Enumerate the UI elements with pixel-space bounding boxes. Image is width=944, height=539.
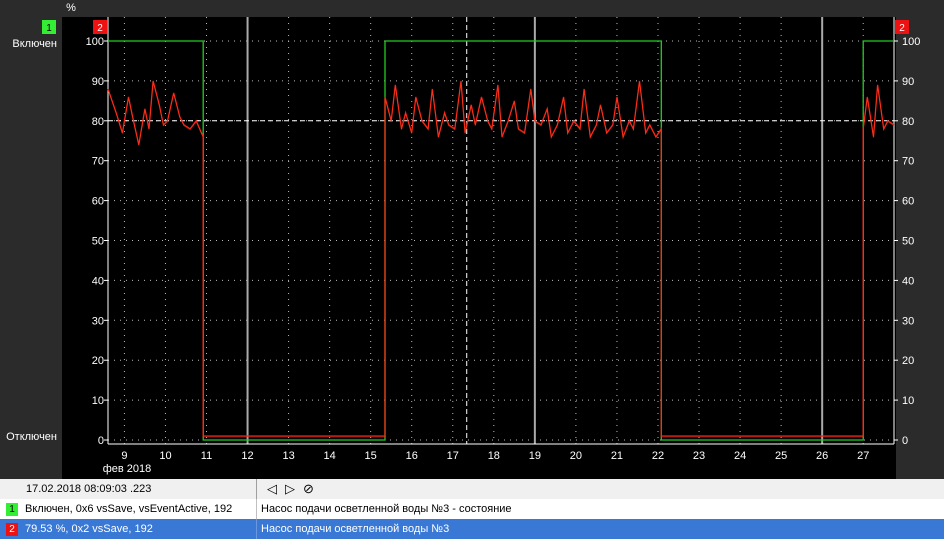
y-tick-label: 0 — [98, 435, 104, 447]
x-tick-label: 23 — [693, 450, 705, 462]
y-tick-label-right: 90 — [902, 76, 914, 88]
plot-area[interactable] — [62, 17, 896, 479]
y-tick-label-right: 50 — [902, 236, 914, 248]
legend-value-value: 79.53 %, 0x2 vsSave, 192 — [25, 523, 153, 535]
on-state-label: Включен — [12, 38, 57, 50]
x-tick-label: 10 — [159, 450, 171, 462]
x-tick-label: 18 — [488, 450, 500, 462]
x-tick-label: 24 — [734, 450, 746, 462]
footer-panel: 17.02.2018 08:09:03 .223 ◁ ▷ ⊘ 1 Включен… — [0, 479, 944, 539]
x-tick-label: 25 — [775, 450, 787, 462]
x-axis-caption: фев 2018 — [103, 463, 152, 475]
y-tick-label: 40 — [92, 275, 104, 287]
off-state-label: Отключен — [6, 431, 57, 443]
legend-badge-state: 1 — [6, 502, 18, 516]
cursor-datetime: 17.02.2018 08:09:03 .223 — [26, 483, 152, 495]
y-tick-label: 90 — [92, 76, 104, 88]
x-tick-label: 27 — [857, 450, 869, 462]
y-tick-label: 80 — [92, 116, 104, 128]
x-tick-label: 26 — [816, 450, 828, 462]
x-tick-label: 21 — [611, 450, 623, 462]
x-tick-label: 14 — [324, 450, 336, 462]
y-tick-label-right: 10 — [902, 395, 914, 407]
legend-value-state: Включен, 0x6 vsSave, vsEventActive, 192 — [25, 503, 233, 515]
y-tick-label-right: 80 — [902, 116, 914, 128]
y-tick-label-right: 100 — [902, 36, 920, 48]
y-tick-label-right: 60 — [902, 196, 914, 208]
stop-icon[interactable]: ⊘ — [303, 482, 314, 496]
right-series-badge-label: 2 — [899, 23, 905, 34]
legend-badge-value: 2 — [6, 522, 18, 536]
y-tick-label: 100 — [86, 36, 104, 48]
x-tick-label: 13 — [282, 450, 294, 462]
y-tick-label-right: 20 — [902, 355, 914, 367]
y-tick-label: 20 — [92, 355, 104, 367]
left-series-badge-label: 2 — [97, 23, 103, 34]
y-tick-label: 10 — [92, 395, 104, 407]
y-tick-label: 60 — [92, 196, 104, 208]
x-tick-label: 20 — [570, 450, 582, 462]
legend-row-value[interactable]: 2 79.53 %, 0x2 vsSave, 192 Насос подачи … — [0, 519, 944, 539]
x-tick-label: 11 — [201, 450, 212, 462]
x-tick-label: 22 — [652, 450, 664, 462]
y-tick-label: 70 — [92, 156, 104, 168]
legend-row-state[interactable]: 1 Включен, 0x6 vsSave, vsEventActive, 19… — [0, 499, 944, 520]
y-tick-label-right: 0 — [902, 435, 908, 447]
legend-name-state: Насос подачи осветленной воды №3 - состо… — [261, 503, 512, 515]
x-tick-label: 17 — [447, 450, 459, 462]
prev-arrow-icon[interactable]: ◁ — [267, 482, 277, 496]
y-tick-label: 30 — [92, 315, 104, 327]
unit-label: % — [66, 2, 76, 14]
legend-name-value: Насос подачи осветленной воды №3 — [261, 523, 450, 535]
x-tick-label: 9 — [121, 450, 127, 462]
y-tick-label-right: 30 — [902, 315, 914, 327]
left-axis-badge-label: 1 — [46, 23, 52, 34]
x-tick-label: 16 — [406, 450, 418, 462]
x-tick-label: 15 — [365, 450, 377, 462]
y-tick-label-right: 40 — [902, 275, 914, 287]
footer-toolbar-row: 17.02.2018 08:09:03 .223 ◁ ▷ ⊘ — [0, 479, 944, 500]
next-arrow-icon[interactable]: ▷ — [285, 482, 295, 496]
y-tick-label: 50 — [92, 236, 104, 248]
x-tick-label: 12 — [241, 450, 253, 462]
x-tick-label: 19 — [529, 450, 541, 462]
trend-chart: 1 % Включен Отключен 2 2 фев 2018 100 100… — [0, 0, 944, 479]
y-tick-label-right: 70 — [902, 156, 914, 168]
